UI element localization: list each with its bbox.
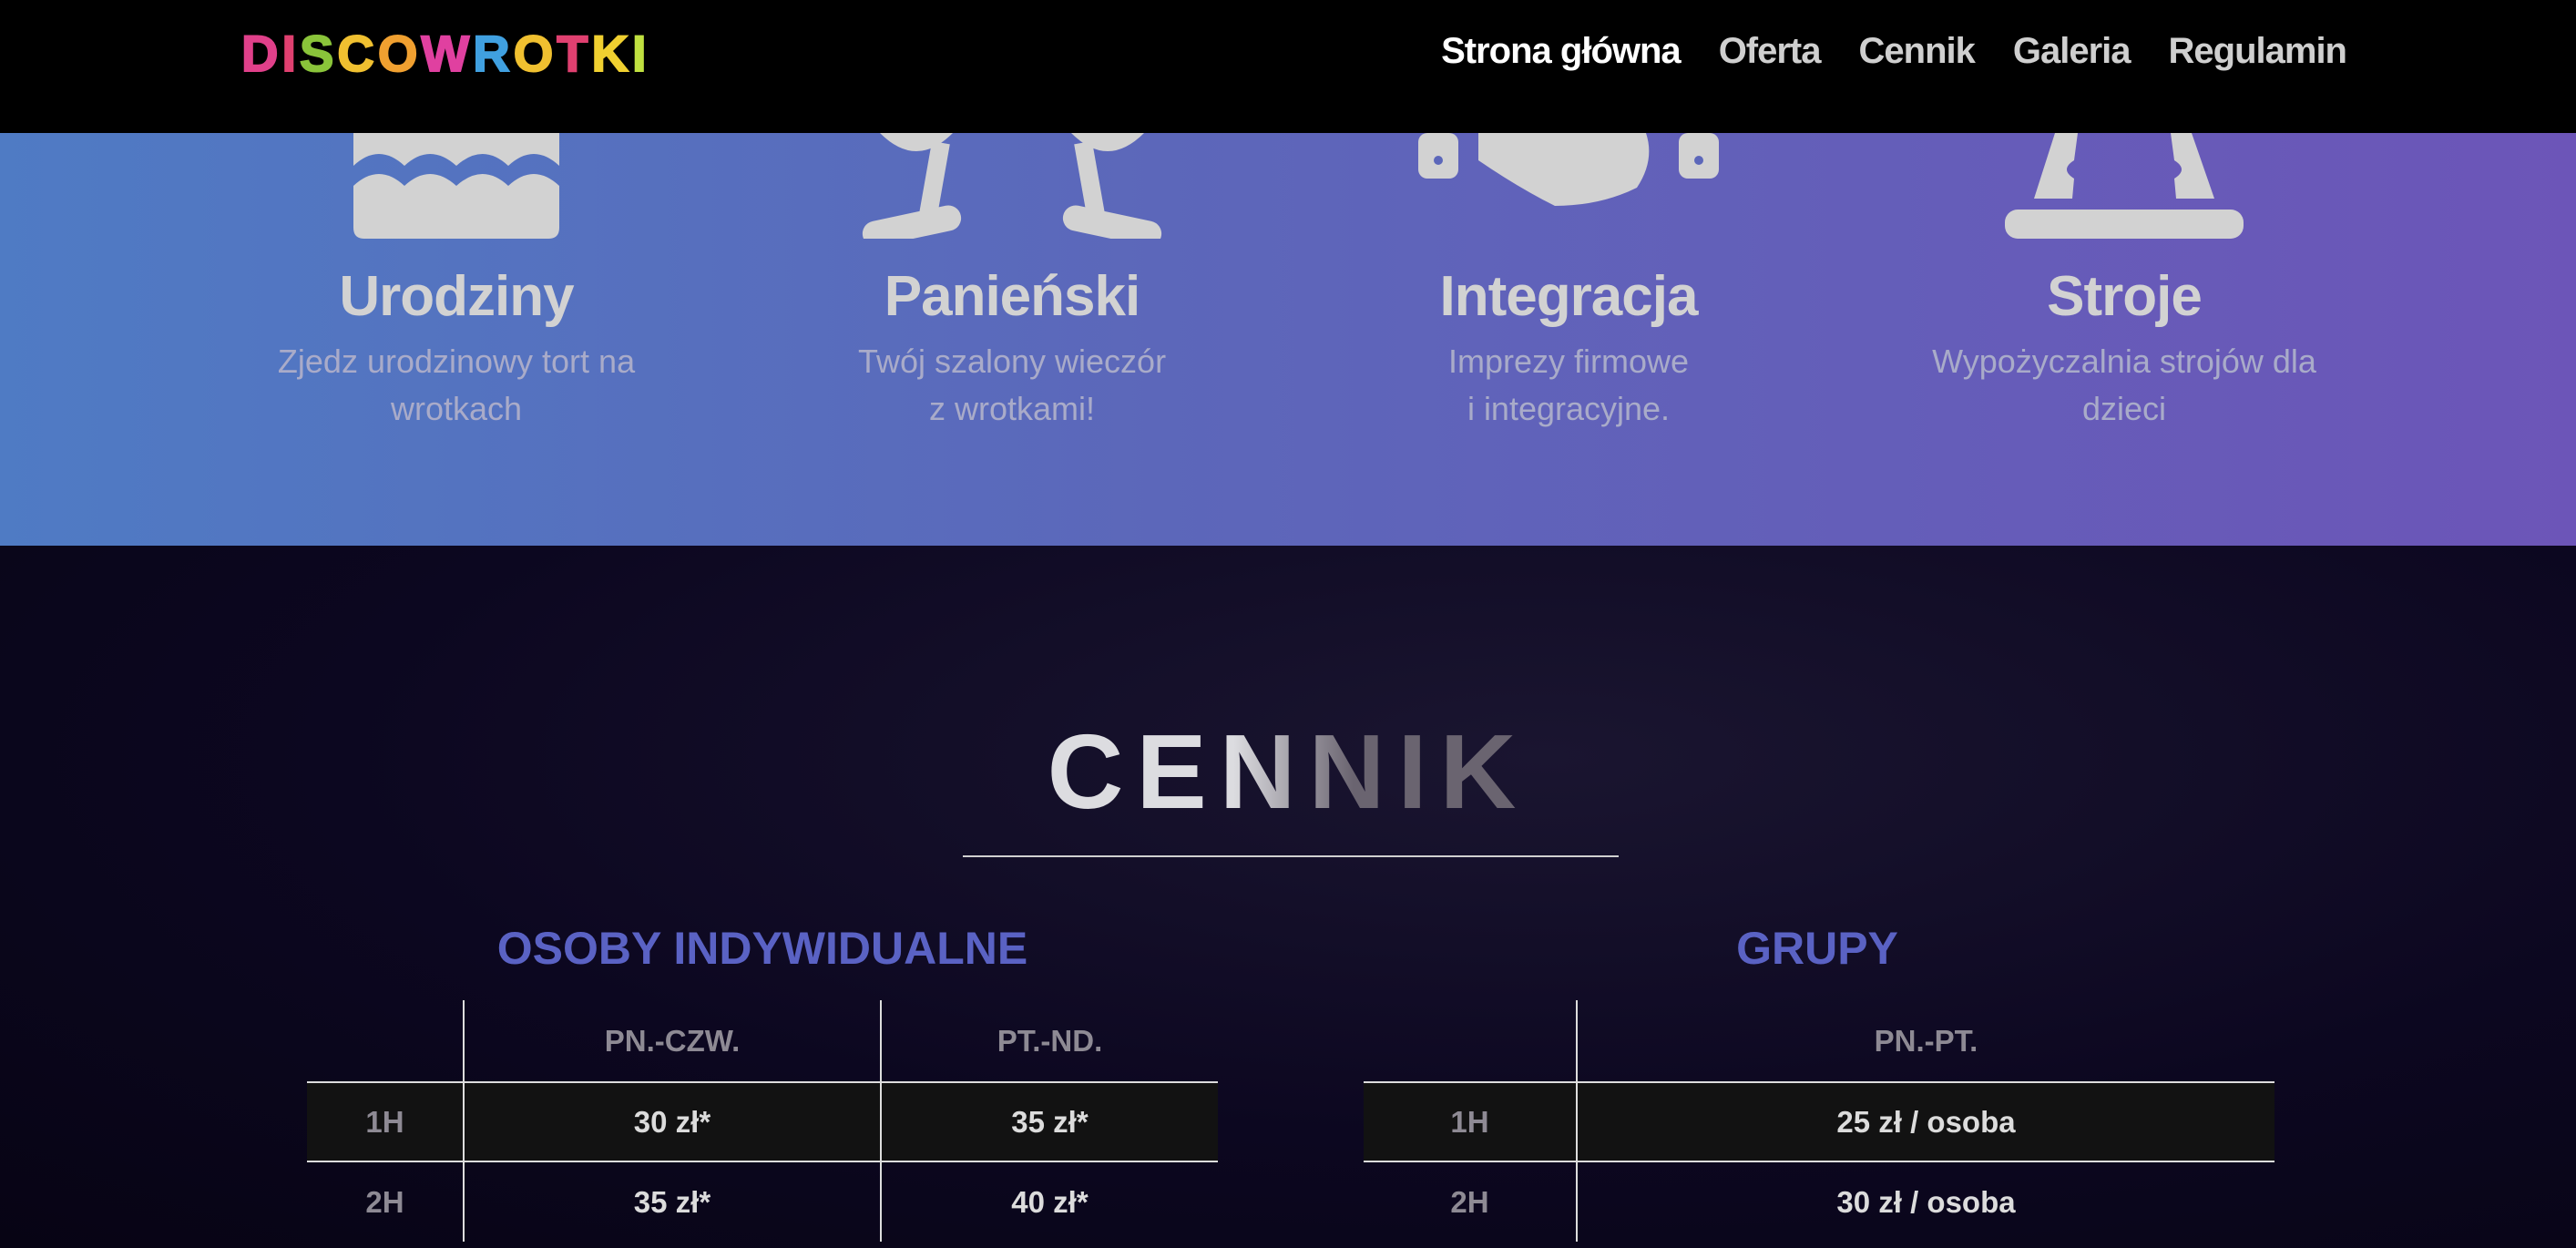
offer-desc: Zjedz urodzinowy tort na xyxy=(277,343,636,380)
offer-desc: Twój szalony wieczór xyxy=(857,343,1167,380)
price-cell: 30 zł* xyxy=(463,1082,881,1162)
price-cell: 25 zł / osoba xyxy=(1576,1082,2274,1162)
column-header: PN.-CZW. xyxy=(463,1000,881,1083)
price-cell: 35 zł* xyxy=(880,1082,1218,1162)
offer-desc: Wypożyczalnia strojów dla xyxy=(1932,343,2316,380)
pricing-title: CENNIK xyxy=(1015,711,1561,833)
offer-desc: z wrotkami! xyxy=(928,390,1096,427)
nav-offer[interactable]: Oferta xyxy=(1719,31,1822,72)
cake-icon xyxy=(353,133,559,239)
costume-icon xyxy=(2005,133,2244,239)
table-row: 2H 35 zł* 40 zł* xyxy=(307,1161,1218,1242)
offer-title: Panieński xyxy=(884,265,1140,328)
offer-integration: Integracja Imprezy firmowe i integracyjne… xyxy=(1314,133,1824,433)
offer-desc: i integracyjne. xyxy=(1467,390,1671,427)
column-header: PN.-PT. xyxy=(1576,1000,2274,1083)
price-cell: 40 zł* xyxy=(880,1161,1218,1242)
nav-pricing[interactable]: Cennik xyxy=(1859,31,1976,72)
nav-gallery[interactable]: Galeria xyxy=(2013,31,2131,72)
table-row: 1H 25 zł / osoba xyxy=(1364,1082,2274,1162)
duration-cell: 1H xyxy=(1364,1082,1577,1162)
offer-birthday: Urodziny Zjedz urodzinowy tort na wrotkac… xyxy=(201,133,711,433)
nav-home[interactable]: Strona główna xyxy=(1441,31,1682,72)
nav-rules[interactable]: Regulamin xyxy=(2169,31,2347,72)
individual-price-table: PN.-CZW. PT.-ND. 1H 30 zł* 35 zł* 2H 35 zł* 4… xyxy=(307,1000,1218,1242)
offer-desc: Imprezy firmowe xyxy=(1447,343,1690,380)
offer-title: Stroje xyxy=(2047,265,2203,328)
table-row: 2H 30 zł / osoba xyxy=(1364,1161,2274,1242)
offer-costumes: Stroje Wypożyczalnia strojów dla dzieci xyxy=(1869,133,2379,433)
offer-title: Urodziny xyxy=(339,265,574,328)
duration-cell: 2H xyxy=(365,1184,404,1219)
price-cell: 30 zł / osoba xyxy=(1576,1161,2274,1242)
offer-desc: dzieci xyxy=(2081,390,2167,427)
glasses-icon xyxy=(862,133,1162,239)
offer-desc: wrotkach xyxy=(390,390,523,427)
handshake-icon xyxy=(1418,133,1719,206)
individual-heading: OSOBY INDYWIDUALNE xyxy=(496,923,1028,974)
title-divider xyxy=(963,855,1619,857)
duration-cell: 1H xyxy=(307,1082,464,1162)
duration-cell: 2H xyxy=(1450,1184,1489,1219)
offer-bachelorette: Panieński Twój szalony wieczór z wrotkami… xyxy=(757,133,1267,433)
logo[interactable]: DISCOWROTKI xyxy=(240,26,649,81)
site-header: DISCOWROTKI Strona główna Oferta Cennik … xyxy=(0,0,2576,133)
offer-title: Integracja xyxy=(1439,265,1699,328)
groups-heading: GRUPY xyxy=(1736,923,1898,974)
price-cell: 35 zł* xyxy=(463,1161,881,1242)
group-price-table: PN.-PT. 1H 25 zł / osoba 2H 30 zł / osoba xyxy=(1364,1000,2274,1242)
main-nav: Strona główna Oferta Cennik Galeria Regu… xyxy=(1441,31,2347,72)
table-row: 1H 30 zł* 35 zł* xyxy=(307,1082,1218,1162)
column-header: PT.-ND. xyxy=(880,1000,1218,1083)
offer-band: Urodziny Zjedz urodzinowy tort na wrotkac… xyxy=(0,133,2576,546)
